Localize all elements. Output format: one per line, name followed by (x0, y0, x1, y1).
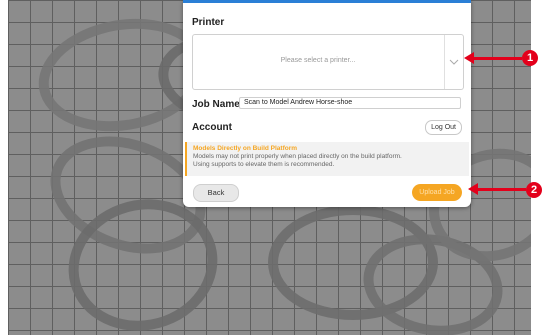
warning-banner: Models Directly on Build Platform Models… (185, 142, 469, 176)
back-button[interactable]: Back (193, 184, 239, 202)
printer-heading: Printer (192, 17, 225, 28)
callout-arrow (476, 188, 526, 191)
dialog-header-bar (183, 0, 471, 3)
warning-title: Models Directly on Build Platform (193, 145, 298, 152)
upload-job-button[interactable]: Upload Job (412, 184, 462, 201)
arrow-head-icon (464, 52, 474, 64)
callout-arrow (472, 57, 522, 60)
warning-body-line1: Models may not print properly when place… (193, 153, 402, 160)
printer-placeholder: Please select a printer... (280, 57, 356, 64)
logout-button[interactable]: Log Out (425, 120, 462, 135)
callout-badge-1: 1 (522, 50, 538, 66)
arrow-head-icon (468, 183, 478, 195)
job-name-label: Job Name (192, 99, 240, 110)
account-label: Account (192, 122, 232, 133)
chevron-down-icon[interactable] (444, 35, 463, 89)
warning-body-line2: Using supports to elevate them is recomm… (193, 161, 335, 168)
printer-select[interactable]: Please select a printer... (192, 34, 464, 90)
callout-badge-2: 2 (526, 182, 542, 198)
upload-job-dialog: Printer Please select a printer... Job N… (183, 0, 471, 207)
job-name-input[interactable] (239, 97, 461, 109)
